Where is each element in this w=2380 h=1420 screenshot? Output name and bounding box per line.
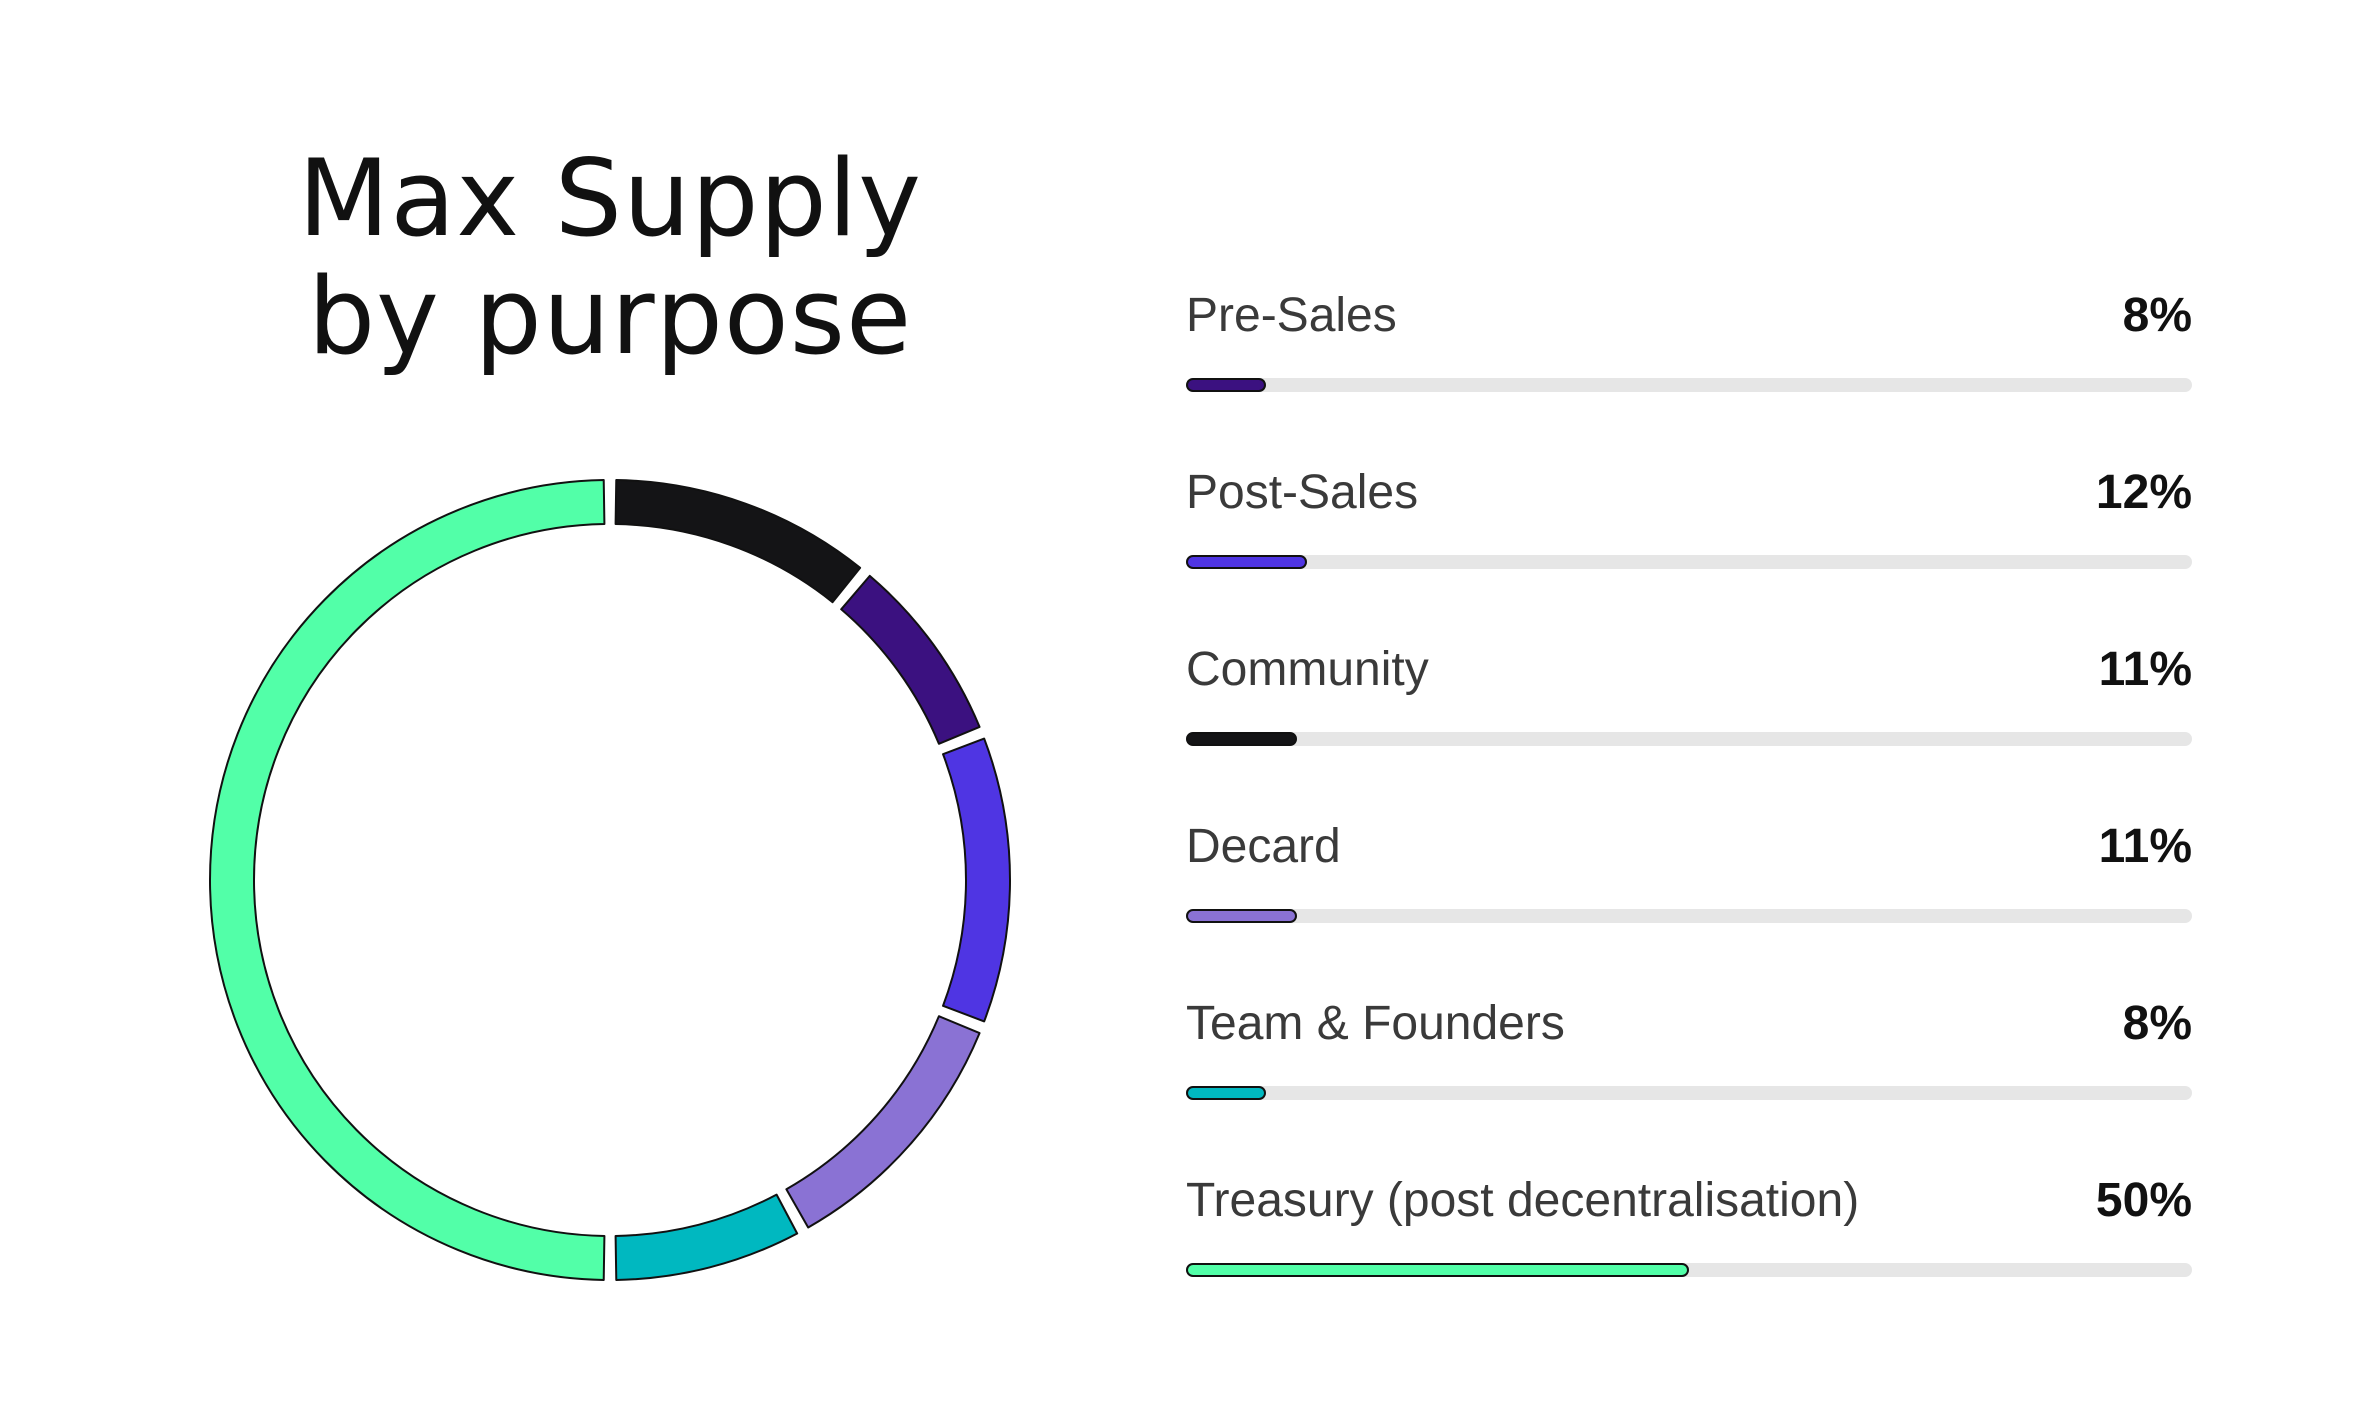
- legend-label: Decard: [1186, 820, 1341, 873]
- donut-segment: [942, 737, 1012, 1023]
- donut-segment: [614, 1193, 799, 1281]
- legend-row: Pre-Sales 8%: [1186, 288, 2192, 465]
- legend-value: 11%: [2098, 820, 2192, 873]
- legend-value: 11%: [2098, 643, 2192, 696]
- donut-chart: [209, 479, 1012, 1281]
- progress-track: [1186, 1086, 2192, 1100]
- donut-segment: [785, 1015, 981, 1229]
- progress-fill: [1186, 555, 1307, 569]
- legend-label: Post-Sales: [1186, 466, 1419, 519]
- donut-segment: [614, 479, 862, 604]
- legend-value: 12%: [2095, 466, 2192, 519]
- progress-track: [1186, 732, 2192, 746]
- legend-row: Decard 11%: [1186, 819, 2192, 996]
- legend: Pre-Sales 8% Post-Sales 12% Community 11…: [1186, 288, 2192, 1350]
- progress-track: [1186, 555, 2192, 569]
- progress-fill: [1186, 1263, 1689, 1277]
- legend-label: Treasury (post decentralisation): [1186, 1174, 1860, 1227]
- progress-fill: [1186, 732, 1297, 746]
- legend-value: 50%: [2095, 1174, 2192, 1227]
- legend-row: Community 11%: [1186, 642, 2192, 819]
- progress-track: [1186, 1263, 2192, 1277]
- donut-segment: [209, 479, 606, 1281]
- legend-row: Team & Founders 8%: [1186, 996, 2192, 1173]
- legend-value: 8%: [2122, 289, 2192, 342]
- progress-track: [1186, 378, 2192, 392]
- legend-label: Community: [1186, 643, 1429, 696]
- legend-label: Pre-Sales: [1186, 289, 1397, 342]
- legend-value: 8%: [2122, 997, 2192, 1050]
- legend-row: Post-Sales 12%: [1186, 465, 2192, 642]
- progress-fill: [1186, 909, 1297, 923]
- progress-fill: [1186, 378, 1267, 392]
- progress-track: [1186, 909, 2192, 923]
- progress-fill: [1186, 1086, 1267, 1100]
- legend-label: Team & Founders: [1186, 997, 1565, 1050]
- donut-segment: [840, 574, 981, 745]
- legend-row: Treasury (post decentralisation) 50%: [1186, 1173, 2192, 1350]
